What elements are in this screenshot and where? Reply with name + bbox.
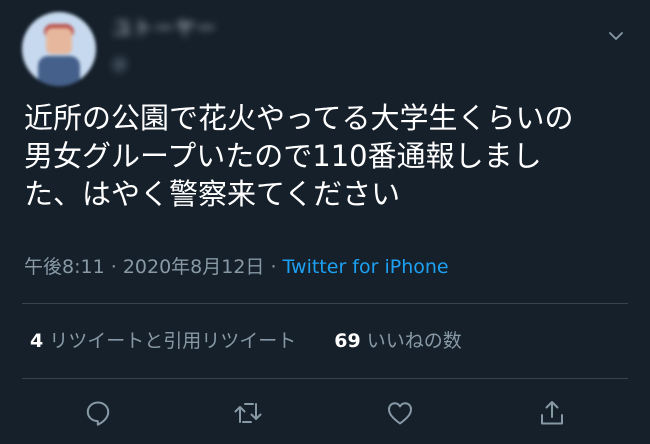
retweets-count: 4 [30,330,44,352]
likes-stat[interactable]: 69 いいねの数 [334,327,461,355]
retweets-label: リツイートと引用リツイート [49,330,297,352]
chevron-down-icon[interactable] [606,26,626,46]
reply-icon[interactable] [81,396,115,430]
heart-icon[interactable] [383,396,417,430]
share-icon[interactable] [535,396,569,430]
meta-separator: · [270,256,277,278]
author-names[interactable]: ユトーヤー @ [112,14,362,84]
tweet-text: 近所の公園で花火やってる大学生くらいの 男女グループいたので110番通報しまし … [24,101,574,211]
action-bar [0,396,650,430]
avatar-face [46,28,72,54]
avatar-body [38,56,80,86]
likes-count: 69 [334,330,361,352]
author-display-name[interactable]: ユトーヤー [112,16,252,40]
tweet-date[interactable]: 2020年8月12日 [123,256,265,278]
meta-separator: · [110,256,117,278]
tweet-stats: 4 リツイートと引用リツイート 69 いいねの数 [30,327,462,355]
retweet-icon[interactable] [231,396,265,430]
avatar[interactable] [22,12,96,86]
tweet-time[interactable]: 午後8:11 [24,256,105,278]
divider [22,378,628,379]
tweet-meta: 午後8:11 · 2020年8月12日 · Twitter for iPhone [24,254,449,280]
retweets-stat[interactable]: 4 リツイートと引用リツイート [30,327,296,355]
divider [22,303,628,304]
likes-label: いいねの数 [366,330,462,352]
tweet-source-link[interactable]: Twitter for iPhone [283,256,449,278]
author-username[interactable]: @ [112,54,302,74]
tweet-header: ユトーヤー @ [22,12,628,86]
